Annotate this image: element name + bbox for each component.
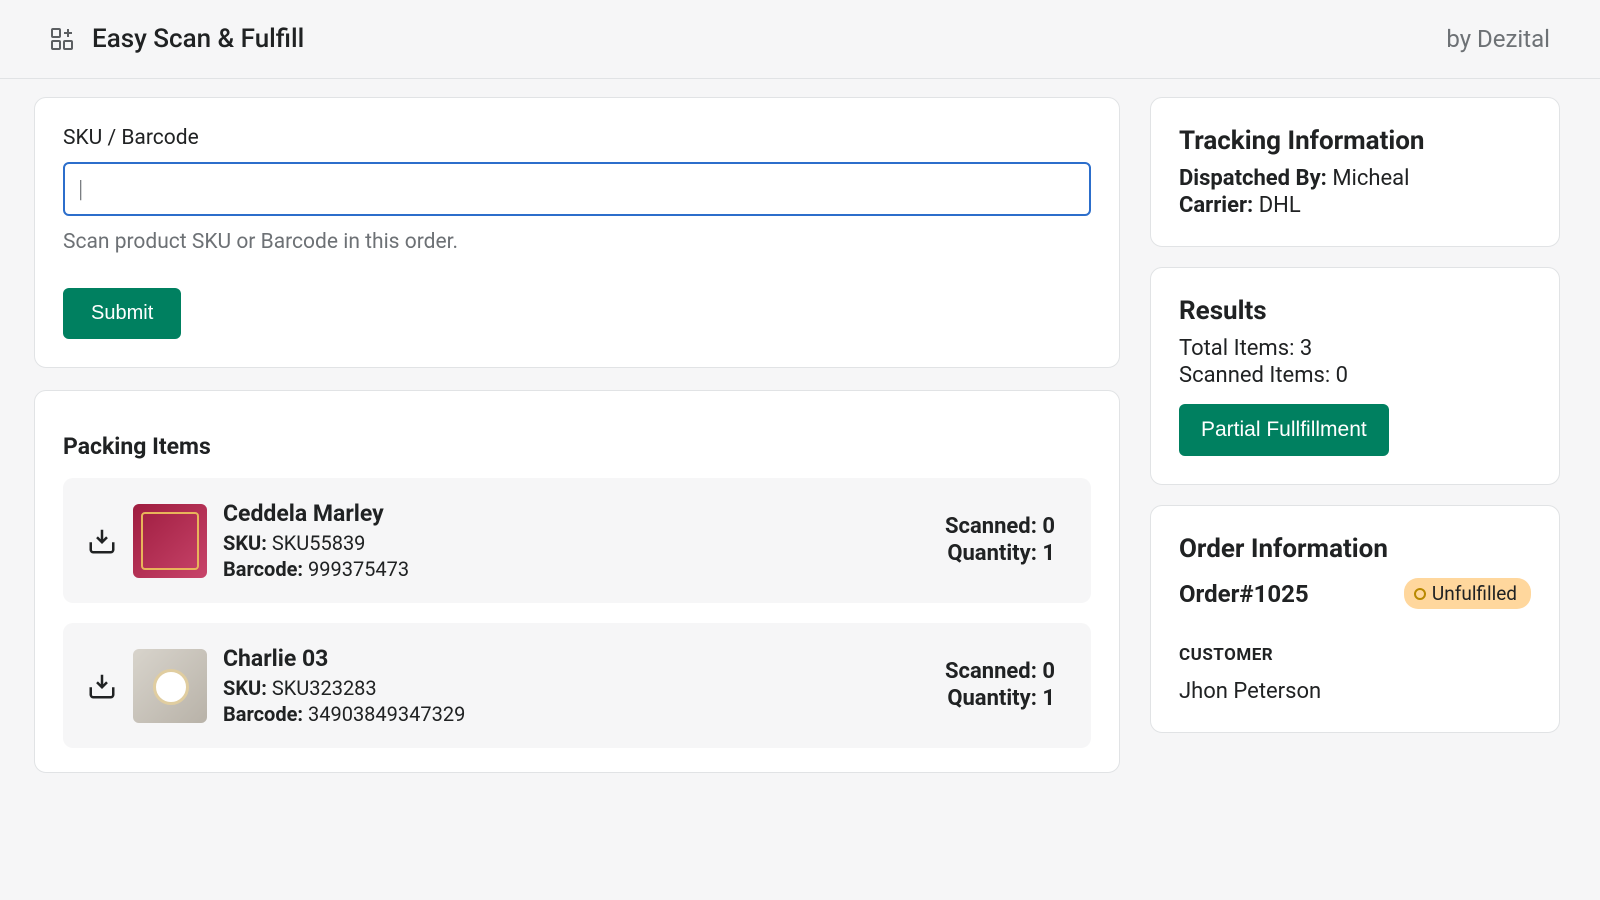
main-column: SKU / Barcode | Scan product SKU or Barc…: [34, 97, 1120, 773]
item-sku-line: SKU: SKU55839: [223, 531, 929, 555]
product-thumbnail: [133, 649, 207, 723]
packing-card: Packing Items Ceddela Marley SKU: SKU558…: [34, 390, 1120, 773]
download-box-icon: [87, 671, 117, 701]
sku-barcode-label: SKU / Barcode: [63, 126, 1091, 150]
sku-value: SKU323283: [272, 676, 377, 700]
app-header: Easy Scan & Fulfill by Dezital: [0, 0, 1600, 79]
product-thumbnail: [133, 504, 207, 578]
scan-helper: Scan product SKU or Barcode in this orde…: [63, 230, 1091, 254]
packing-item-row: Charlie 03 SKU: SKU323283 Barcode: 34903…: [63, 623, 1091, 748]
tracking-title: Tracking Information: [1179, 126, 1531, 156]
scan-card: SKU / Barcode | Scan product SKU or Barc…: [34, 97, 1120, 368]
quantity-label: Quantity:: [947, 541, 1037, 566]
app-title: Easy Scan & Fulfill: [92, 24, 304, 54]
sku-label: SKU:: [223, 531, 267, 555]
item-barcode-line: Barcode: 999375473: [223, 557, 929, 581]
order-row: Order#1025 Unfulfilled: [1179, 578, 1531, 609]
dispatched-row: Dispatched By: Micheal: [1179, 166, 1531, 191]
item-info: Ceddela Marley SKU: SKU55839 Barcode: 99…: [223, 500, 929, 581]
barcode-label: Barcode:: [223, 557, 303, 581]
total-items-label: Total Items:: [1179, 336, 1294, 361]
quantity-value: 1: [1042, 686, 1055, 711]
total-items-row: Total Items: 3: [1179, 336, 1531, 361]
customer-name: Jhon Peterson: [1179, 679, 1531, 704]
results-card: Results Total Items: 3 Scanned Items: 0 …: [1150, 267, 1560, 485]
scanned-items-label: Scanned Items:: [1179, 363, 1330, 388]
item-right: Scanned: 0 Quantity: 1: [945, 659, 1055, 713]
order-info-card: Order Information Order#1025 Unfulfilled…: [1150, 505, 1560, 733]
barcode-label: Barcode:: [223, 702, 303, 726]
item-right: Scanned: 0 Quantity: 1: [945, 514, 1055, 568]
order-info-title: Order Information: [1179, 534, 1531, 564]
scanned-label: Scanned:: [945, 514, 1037, 539]
item-barcode-line: Barcode: 34903849347329: [223, 702, 929, 726]
total-items-value: 3: [1300, 336, 1312, 361]
scanned-items-row: Scanned Items: 0: [1179, 363, 1531, 388]
item-sku-line: SKU: SKU323283: [223, 676, 929, 700]
scanned-items-value: 0: [1336, 363, 1348, 388]
results-title: Results: [1179, 296, 1531, 326]
scanned-line: Scanned: 0: [945, 514, 1055, 539]
page-layout: SKU / Barcode | Scan product SKU or Barc…: [0, 79, 1600, 773]
item-name: Charlie 03: [223, 645, 929, 672]
scanned-value: 0: [1042, 659, 1055, 684]
barcode-value: 999375473: [308, 557, 409, 581]
scanned-value: 0: [1042, 514, 1055, 539]
quantity-line: Quantity: 1: [945, 541, 1055, 566]
input-wrapper: |: [63, 162, 1091, 216]
carrier-label: Carrier:: [1179, 193, 1253, 218]
scanned-label: Scanned:: [945, 659, 1037, 684]
order-number: Order#1025: [1179, 580, 1309, 608]
packing-items-title: Packing Items: [63, 433, 1105, 460]
item-info: Charlie 03 SKU: SKU323283 Barcode: 34903…: [223, 645, 929, 726]
tracking-card: Tracking Information Dispatched By: Mich…: [1150, 97, 1560, 247]
app-grid-icon: [50, 27, 74, 51]
dispatched-label: Dispatched By:: [1179, 166, 1327, 191]
by-line: by Dezital: [1446, 25, 1550, 53]
status-text: Unfulfilled: [1432, 582, 1517, 605]
dispatched-value: Micheal: [1332, 166, 1409, 191]
download-box-icon: [87, 526, 117, 556]
carrier-value: DHL: [1259, 193, 1301, 218]
sku-barcode-input[interactable]: [63, 162, 1091, 216]
sku-value: SKU55839: [272, 531, 366, 555]
partial-fulfillment-button[interactable]: Partial Fullfillment: [1179, 404, 1389, 456]
side-column: Tracking Information Dispatched By: Mich…: [1150, 97, 1560, 773]
quantity-label: Quantity:: [947, 686, 1037, 711]
submit-button[interactable]: Submit: [63, 288, 181, 339]
item-name: Ceddela Marley: [223, 500, 929, 527]
header-left: Easy Scan & Fulfill: [50, 24, 304, 54]
quantity-line: Quantity: 1: [945, 686, 1055, 711]
sku-label: SKU:: [223, 676, 267, 700]
quantity-value: 1: [1042, 541, 1055, 566]
packing-item-row: Ceddela Marley SKU: SKU55839 Barcode: 99…: [63, 478, 1091, 603]
barcode-value: 34903849347329: [308, 702, 465, 726]
scanned-line: Scanned: 0: [945, 659, 1055, 684]
status-badge: Unfulfilled: [1404, 578, 1531, 609]
status-dot-icon: [1414, 588, 1426, 600]
carrier-row: Carrier: DHL: [1179, 193, 1531, 218]
customer-label: CUSTOMER: [1179, 645, 1531, 665]
